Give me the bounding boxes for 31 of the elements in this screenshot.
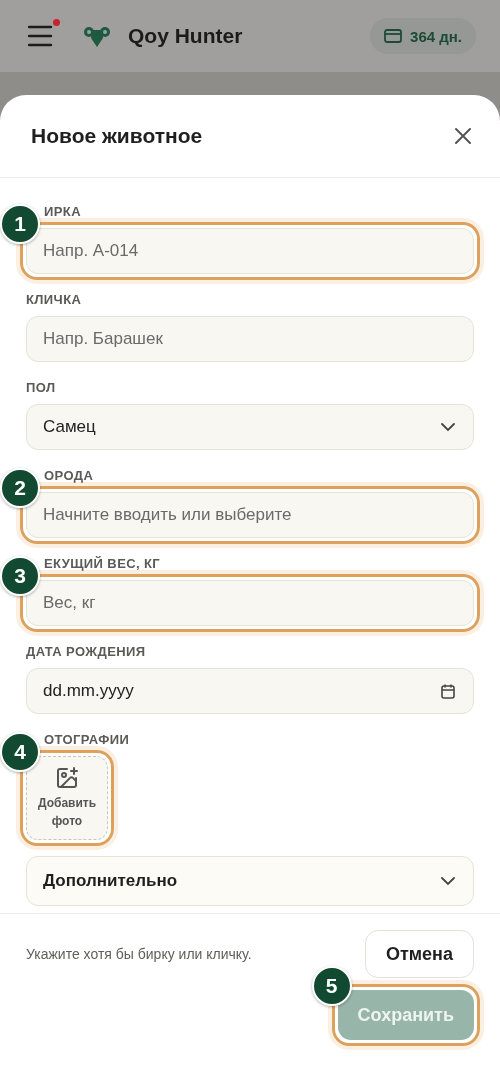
step-badge: 2 xyxy=(0,468,40,508)
calendar-icon xyxy=(441,683,455,699)
chevron-down-icon xyxy=(441,422,455,432)
card-icon xyxy=(384,29,403,43)
field-label: ОТОГРАФИИ xyxy=(43,732,131,748)
text-field[interactable]: Начните вводить или выберите xyxy=(26,492,474,538)
hint-text: Укажите хотя бы бирку или кличку. xyxy=(26,946,252,962)
text-field[interactable]: Вес, кг xyxy=(26,580,474,626)
app-name: Qoy Hunter xyxy=(128,24,243,48)
step-badge: 1 xyxy=(0,204,40,244)
field-label: ИРКА xyxy=(43,204,82,220)
step-badge: 5 xyxy=(311,966,352,1006)
field-label: КЛИЧКА xyxy=(26,292,83,308)
date-field[interactable]: dd.mm.yyyy xyxy=(26,668,474,714)
image-plus-icon xyxy=(55,766,79,790)
text-field[interactable]: Напр. А-014 xyxy=(26,228,474,274)
field-label: ОРОДА xyxy=(43,468,95,484)
step-badge: 4 xyxy=(0,732,40,772)
ram-head-icon xyxy=(84,25,110,47)
menu-icon[interactable] xyxy=(28,25,54,47)
add-photo-button[interactable]: Добавить фото xyxy=(26,756,108,840)
sex-select[interactable]: Самец xyxy=(26,404,474,450)
step-badge: 3 xyxy=(0,556,40,596)
cancel-button[interactable]: Отмена xyxy=(364,930,474,978)
field-label: ДАТА РОЖДЕНИЯ xyxy=(26,644,147,660)
dialog-title: Новое животное xyxy=(31,124,203,148)
field-label: ПОЛ xyxy=(26,380,57,396)
field-label: ЕКУЩИЙ ВЕС, КГ xyxy=(43,556,162,572)
text-field[interactable]: Напр. Барашек xyxy=(26,316,474,362)
more-toggle[interactable]: Дополнительно xyxy=(26,856,474,906)
chevron-down-icon xyxy=(441,876,455,886)
